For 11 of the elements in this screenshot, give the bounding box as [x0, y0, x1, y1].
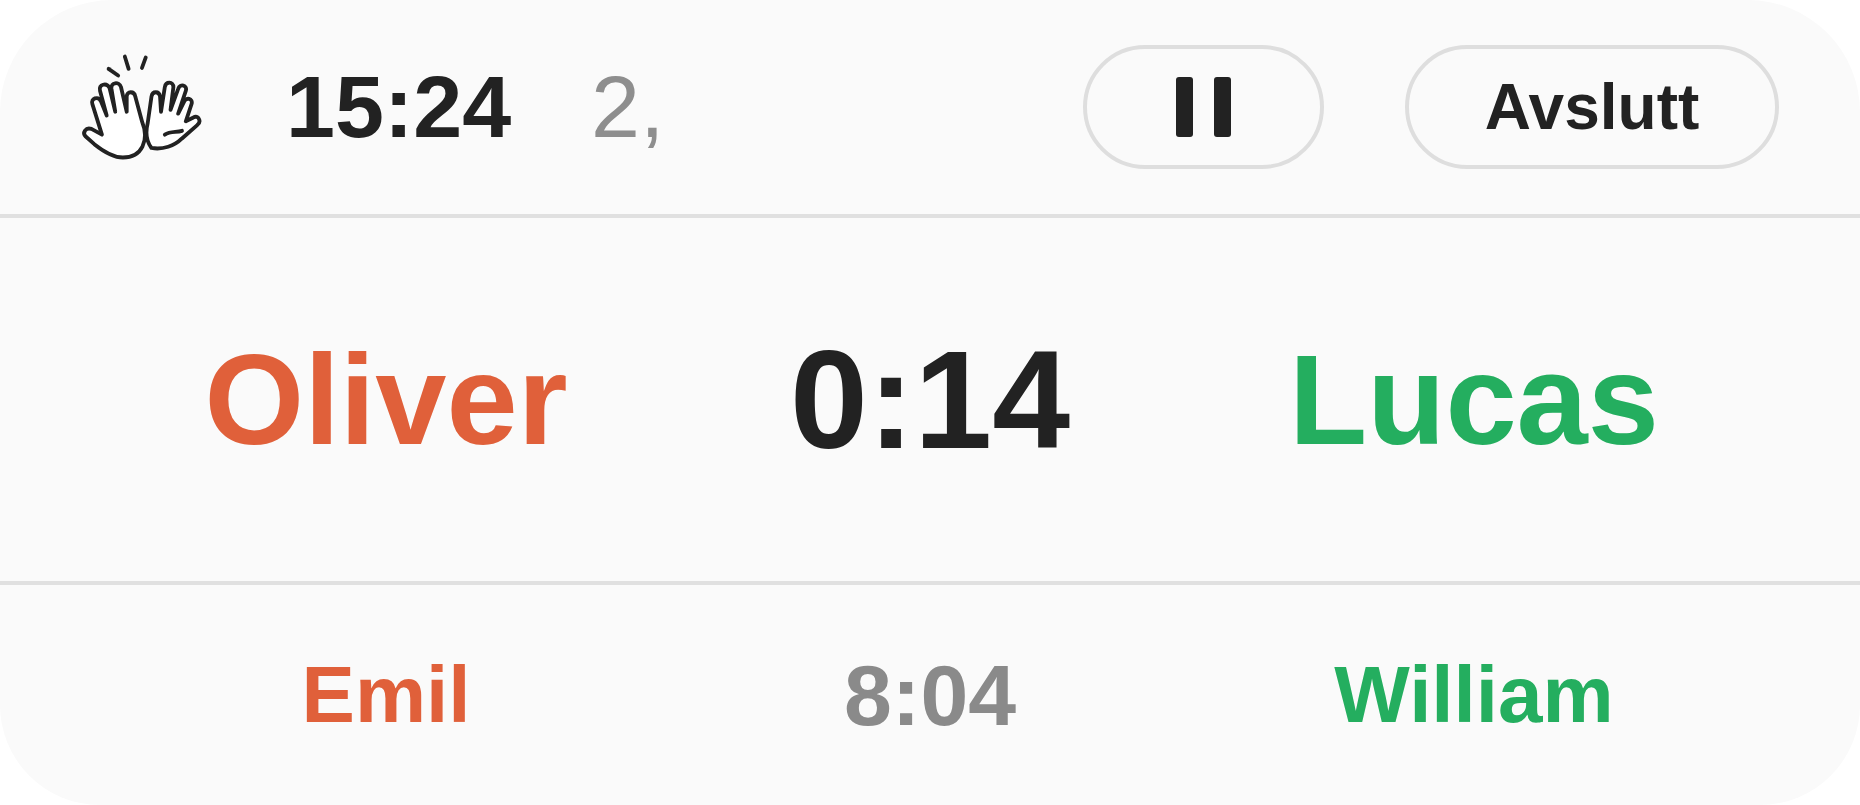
player-name: Lucas	[1289, 335, 1659, 464]
pause-icon	[1176, 77, 1231, 137]
high-five-icon	[80, 52, 202, 162]
status-text: 2,	[591, 63, 665, 151]
next-player-name: William	[1334, 655, 1614, 735]
end-button[interactable]: Avslutt	[1405, 45, 1779, 169]
clock-time: 15:24	[286, 63, 512, 151]
match-timer: 0:14	[789, 329, 1071, 470]
player-name: Oliver	[204, 335, 568, 464]
next-match-time: 8:04	[843, 652, 1017, 738]
next-player-name: Emil	[301, 655, 471, 735]
